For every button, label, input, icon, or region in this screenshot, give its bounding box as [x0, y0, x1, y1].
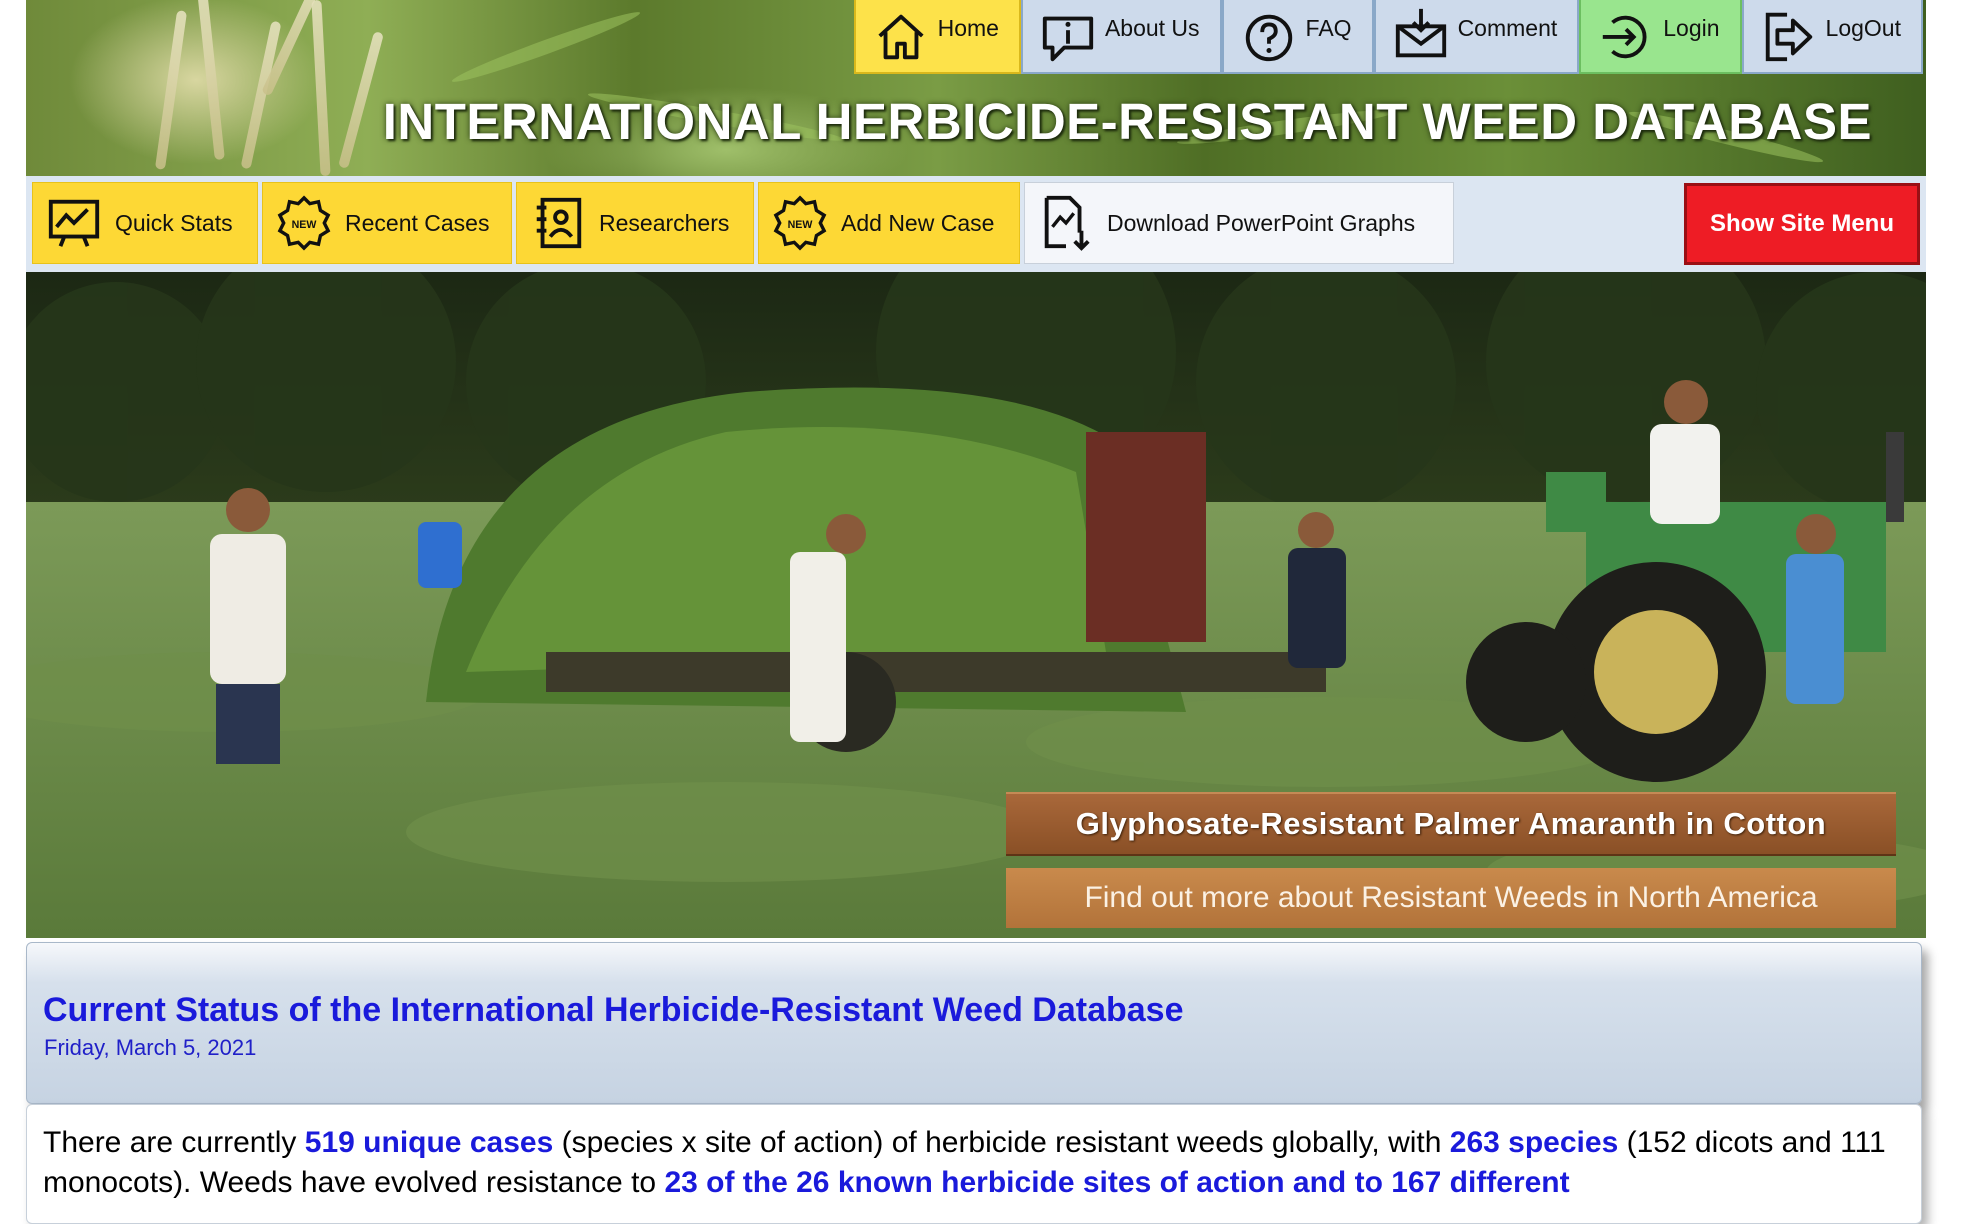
sites-of-action-link[interactable]: 23 of the 26 known herbicide sites of ac…	[664, 1166, 1569, 1199]
info-icon	[1042, 16, 1094, 62]
nav-login[interactable]: Login	[1579, 0, 1742, 74]
home-icon	[878, 14, 924, 60]
unique-cases-link[interactable]: 519 unique cases	[305, 1126, 553, 1159]
recent-cases-button[interactable]: NEW Recent Cases	[262, 182, 512, 264]
status-heading: Current Status of the International Herb…	[43, 991, 1184, 1029]
comment-icon	[1395, 8, 1446, 58]
recent-cases-label: Recent Cases	[345, 209, 490, 236]
nav-about-label: About Us	[1104, 15, 1200, 41]
question-icon	[1245, 14, 1292, 62]
status-summary: There are currently 519 unique cases (sp…	[26, 1104, 1922, 1224]
researchers-label: Researchers	[599, 209, 730, 236]
download-graphs-label: Download PowerPoint Graphs	[1107, 209, 1416, 236]
contact-book-icon	[536, 197, 582, 249]
nav-faq[interactable]: FAQ	[1221, 0, 1374, 74]
site-title: INTERNATIONAL HERBICIDE-RESISTANT WEED D…	[382, 93, 1872, 150]
chart-icon	[48, 199, 100, 247]
nav-about-us[interactable]: About Us	[1020, 0, 1222, 74]
download-graphs-button[interactable]: Download PowerPoint Graphs	[1024, 182, 1454, 264]
nav-comment[interactable]: Comment	[1373, 0, 1580, 74]
nav-login-label: Login	[1663, 15, 1720, 41]
header-banner: INTERNATIONAL HERBICIDE-RESISTANT WEED D…	[26, 0, 1926, 176]
new-badge-icon: NEW	[277, 195, 331, 251]
login-icon	[1603, 15, 1647, 59]
new-badge-icon: NEW	[773, 195, 827, 251]
svg-text:NEW: NEW	[292, 219, 318, 231]
status-date: Friday, March 5, 2021	[44, 1035, 257, 1060]
summary-text: There are currently	[43, 1126, 305, 1159]
add-new-case-button[interactable]: NEW Add New Case	[758, 182, 1020, 264]
quick-stats-label: Quick Stats	[115, 209, 233, 236]
nav-logout-label: LogOut	[1825, 15, 1901, 41]
download-chart-icon	[1044, 195, 1090, 251]
status-panel: Current Status of the International Herb…	[26, 942, 1922, 1104]
top-navigation: Home About Us FAQ Comment Login LogOut	[853, 0, 1923, 74]
nav-comment-label: Comment	[1457, 15, 1558, 41]
nav-faq-label: FAQ	[1305, 15, 1352, 41]
nav-home-label: Home	[937, 15, 999, 41]
hero-caption-link[interactable]: Find out more about Resistant Weeds in N…	[1006, 868, 1896, 928]
logout-icon	[1765, 12, 1812, 62]
hero-caption-title: Glyphosate-Resistant Palmer Amaranth in …	[1006, 792, 1896, 856]
researchers-button[interactable]: Researchers	[516, 182, 754, 264]
species-link[interactable]: 263 species	[1450, 1126, 1618, 1159]
page: INTERNATIONAL HERBICIDE-RESISTANT WEED D…	[26, 0, 1926, 1224]
svg-text:NEW: NEW	[788, 219, 814, 231]
nav-logout[interactable]: LogOut	[1741, 0, 1923, 74]
nav-home[interactable]: Home	[853, 0, 1021, 74]
summary-text: (species x site of action) of herbicide …	[553, 1126, 1450, 1159]
quick-stats-button[interactable]: Quick Stats	[32, 182, 258, 264]
hero-banner: Glyphosate-Resistant Palmer Amaranth in …	[26, 272, 1926, 938]
show-site-menu-button[interactable]: Show Site Menu	[1684, 183, 1920, 265]
quick-links-bar: Quick Stats NEW Recent Cases Researchers…	[26, 176, 1926, 272]
add-new-case-label: Add New Case	[841, 209, 995, 236]
